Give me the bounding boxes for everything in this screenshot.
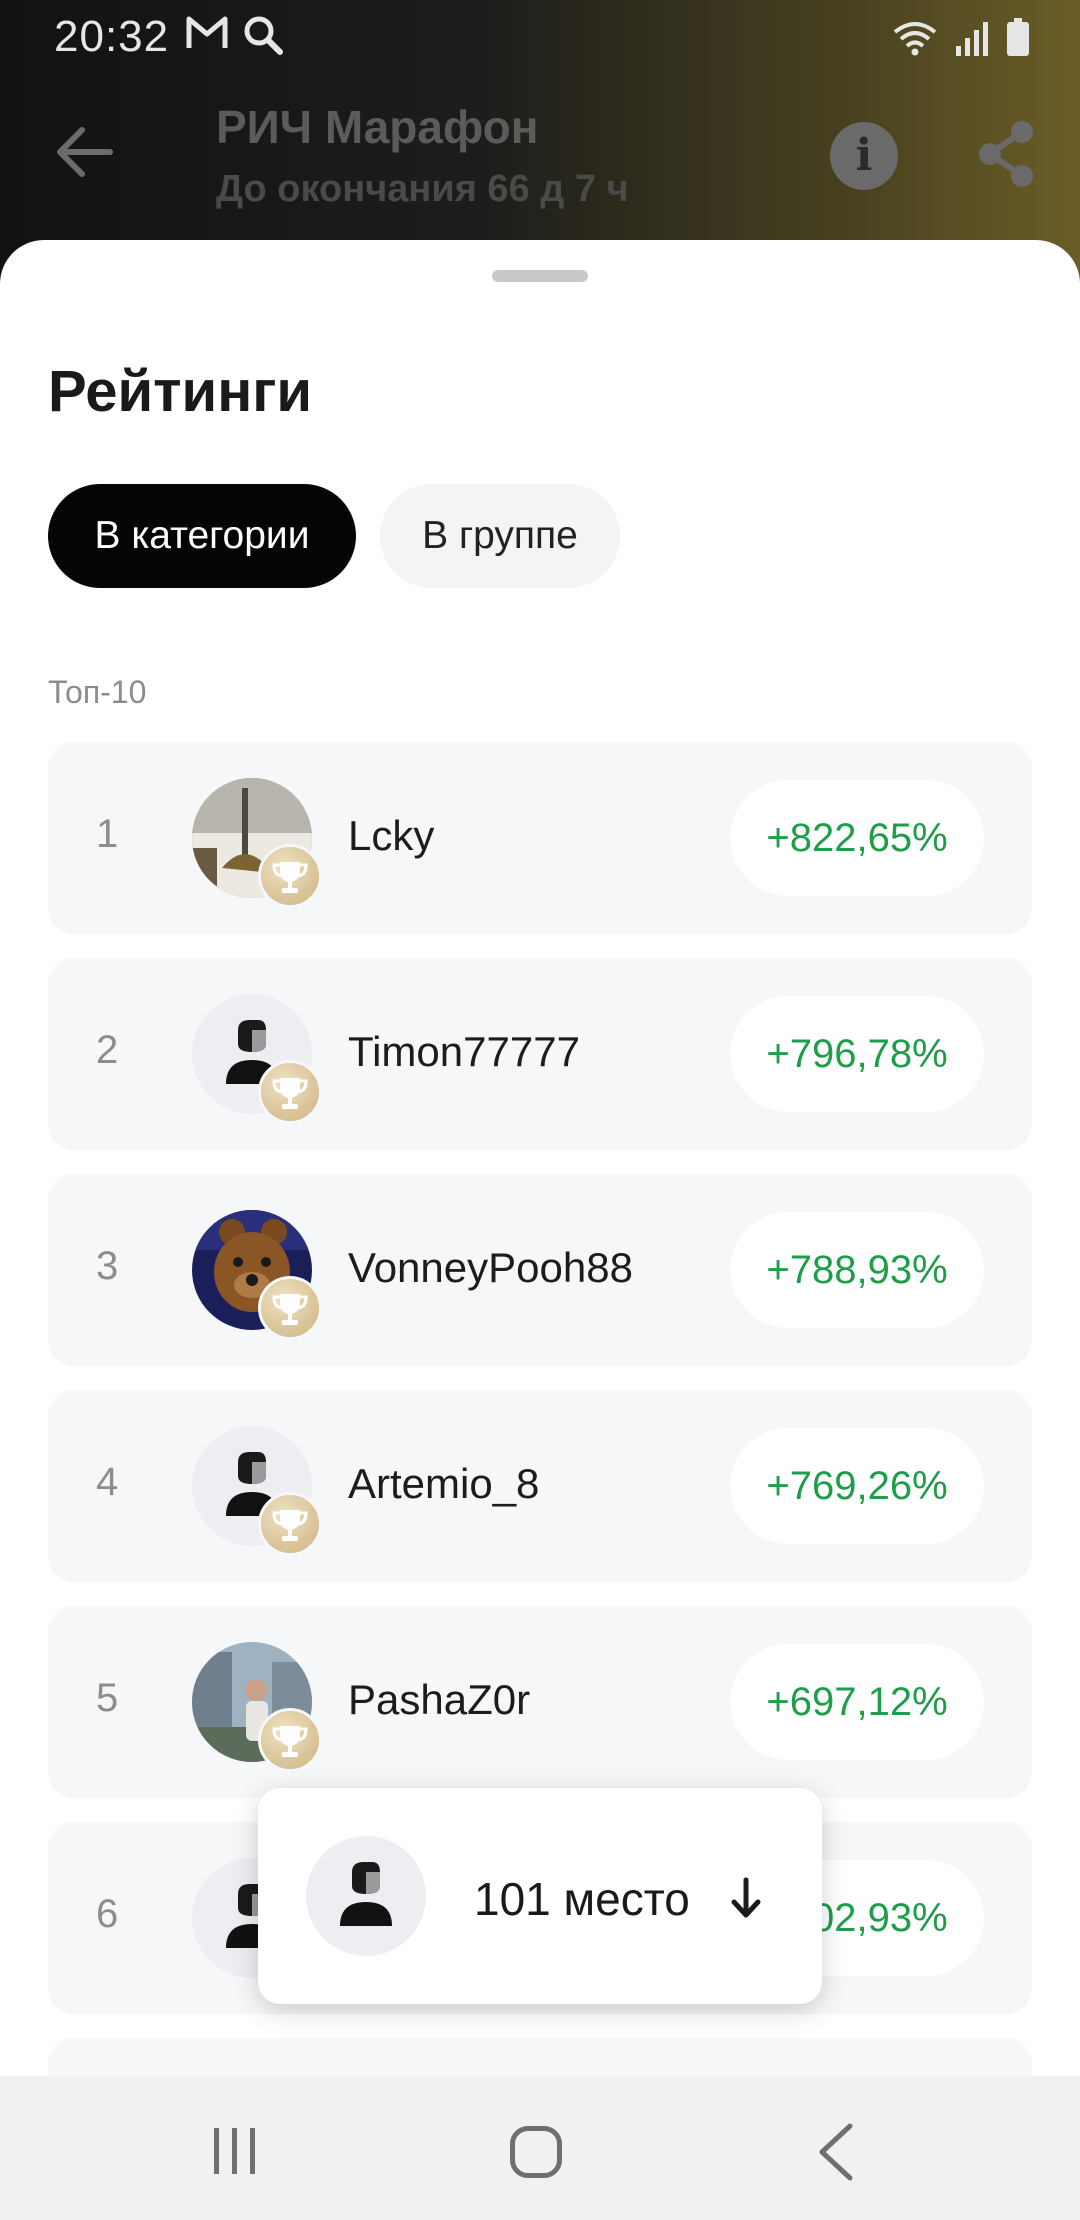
tab-in-category[interactable]: В категории: [48, 484, 356, 588]
rank-number: 5: [96, 1676, 119, 1720]
leaderboard-row[interactable]: 5 PashaZ0r +697,12%: [48, 1606, 1032, 1798]
username: Timon77777: [348, 1028, 580, 1075]
signal-icon: [956, 22, 988, 56]
rank-number: 6: [96, 1892, 119, 1936]
share-icon[interactable]: [976, 118, 1036, 190]
leaderboard-row[interactable]: 2 Timon77777 +796,78%: [48, 958, 1032, 1150]
trophy-icon: [258, 1276, 322, 1340]
default-user-icon: [340, 1862, 392, 1926]
home-icon[interactable]: [510, 2126, 562, 2178]
rank-number: 2: [96, 1028, 119, 1072]
trophy-icon: [258, 1708, 322, 1772]
leaderboard-row[interactable]: [48, 2038, 1032, 2076]
score-badge: +796,78%: [730, 996, 984, 1112]
battery-icon: [1007, 18, 1029, 56]
nav-back-icon[interactable]: [816, 2122, 856, 2182]
search-icon: [244, 16, 283, 55]
score-badge: +788,93%: [730, 1212, 984, 1328]
avatar: [192, 994, 322, 1124]
username: Lcky: [348, 812, 435, 859]
gmail-icon: [186, 16, 228, 48]
leaderboard-row[interactable]: 4 Artemio_8 +769,26%: [48, 1390, 1032, 1582]
score-badge: +697,12%: [730, 1644, 984, 1760]
system-navigation-bar: [0, 2076, 1080, 2220]
page-subtitle: До окончания 66 д 7 ч: [216, 168, 629, 210]
page-title: РИЧ Марафон: [216, 101, 539, 153]
trophy-icon: [258, 1060, 322, 1124]
status-bar: 20:32: [0, 0, 1080, 72]
avatar: [192, 1426, 322, 1556]
wifi-icon: [893, 22, 937, 56]
leaderboard-row[interactable]: 1 Lcky +822,65%: [48, 742, 1032, 934]
section-label-top10: Топ-10: [48, 674, 147, 710]
status-time: 20:32: [54, 12, 170, 61]
trophy-icon: [258, 1492, 322, 1556]
avatar: [192, 778, 322, 908]
username: VonneyPooh88: [348, 1244, 633, 1291]
sheet-drag-handle[interactable]: [492, 270, 588, 282]
avatar: [192, 1642, 322, 1772]
recent-apps-icon[interactable]: [212, 2126, 258, 2176]
info-icon[interactable]: i: [830, 122, 898, 190]
avatar: [192, 1210, 322, 1340]
leaderboard-row[interactable]: 3 VonneyPooh88 +788,93%: [48, 1174, 1032, 1366]
back-arrow-icon[interactable]: [52, 120, 116, 184]
username: PashaZ0r: [348, 1676, 531, 1723]
rank-number: 1: [96, 812, 119, 856]
sheet-title: Рейтинги: [48, 359, 313, 424]
status-left-icons: [186, 14, 284, 56]
rank-number: 3: [96, 1244, 119, 1288]
my-position-card[interactable]: 101 место: [258, 1788, 822, 2004]
tab-in-group[interactable]: В группе: [380, 484, 620, 588]
my-place-label: 101 место: [474, 1873, 690, 1925]
arrow-down-icon: [731, 1877, 761, 1918]
score-badge: +822,65%: [730, 780, 984, 896]
score-badge: +769,26%: [730, 1428, 984, 1544]
status-right-icons: [892, 18, 1030, 56]
rank-number: 4: [96, 1460, 119, 1504]
my-avatar: [306, 1836, 426, 1956]
trophy-icon: [258, 844, 322, 908]
username: Artemio_8: [348, 1460, 540, 1507]
